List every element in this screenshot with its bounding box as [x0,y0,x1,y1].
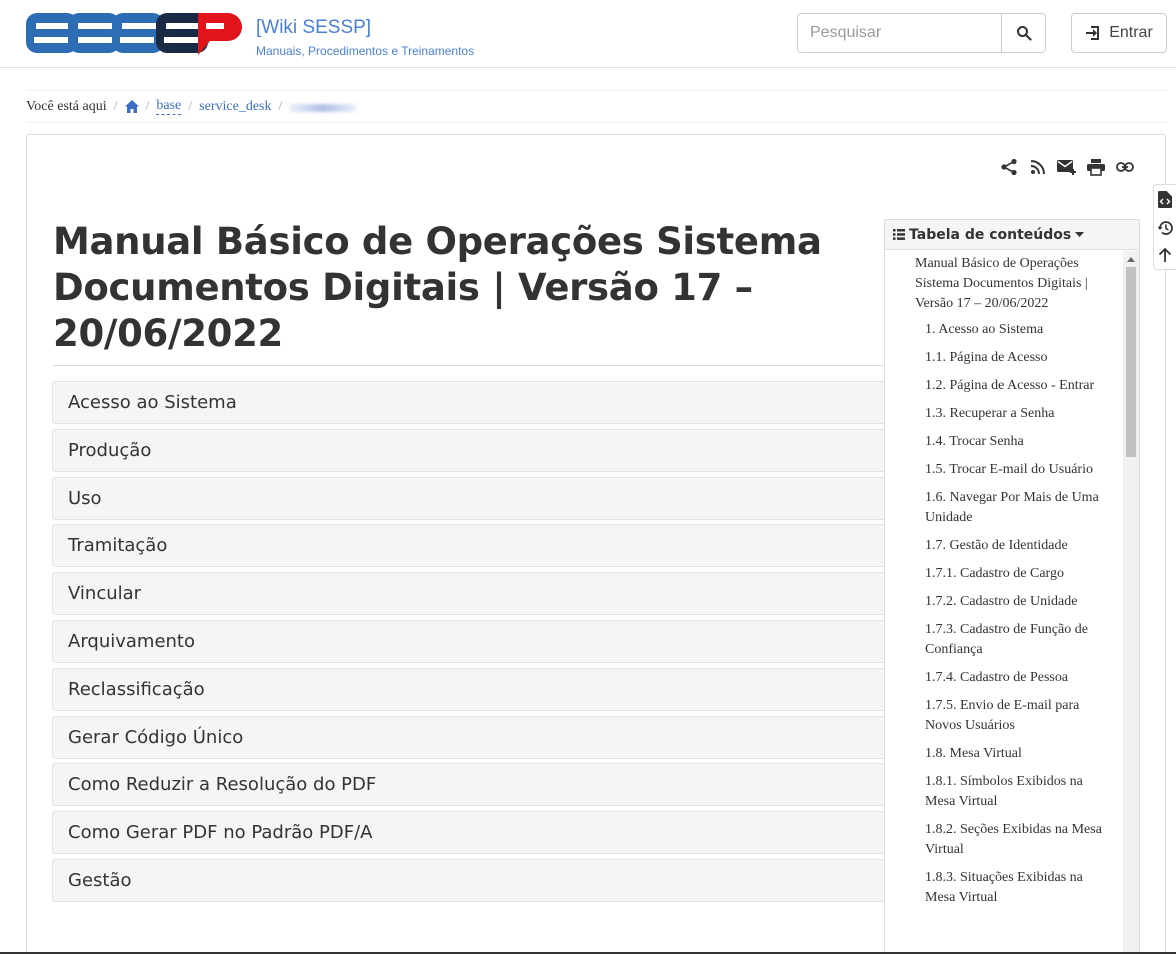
section-list: Acesso ao Sistema Produção Uso Tramitaçã… [52,381,886,907]
page-title: Manual Básico de Operações Sistema Docum… [53,220,822,355]
print-icon[interactable] [1086,157,1106,177]
breadcrumb-label: Você está aqui [26,98,107,114]
rss-icon[interactable] [1028,157,1048,177]
search-icon [1016,26,1032,41]
breadcrumb-separator: / [145,98,150,114]
toc-item[interactable]: 1.5. Trocar E-mail do Usuário [885,460,1125,480]
page-tools [999,157,1135,177]
toc-item[interactable]: 1.7.1. Cadastro de Cargo [885,564,1125,584]
login-button[interactable]: Entrar [1071,13,1167,53]
toc-item[interactable]: Manual Básico de Operações Sistema Docum… [885,251,1125,320]
toc-item[interactable]: 1. Acesso ao Sistema [885,320,1125,340]
site-tagline: Manuais, Procedimentos e Treinamentos [256,44,475,58]
site-title[interactable]: [Wiki SESSP] [256,17,371,39]
section-producao[interactable]: Produção [52,428,886,472]
toc-item[interactable]: 1.3. Recuperar a Senha [885,404,1125,424]
search-input[interactable] [798,14,1001,52]
share-icon[interactable] [999,157,1019,177]
search-button[interactable] [1001,14,1045,52]
home-icon[interactable] [124,100,139,113]
section-tramitacao[interactable]: Tramitação [52,524,886,568]
file-code-icon[interactable] [1158,191,1172,208]
sessp-logo[interactable] [26,10,242,56]
breadcrumb-link-service-desk[interactable]: service_desk [199,99,271,115]
arrow-up-icon[interactable] [1158,248,1172,263]
section-reclassificacao[interactable]: Reclassificação [52,667,886,711]
table-of-contents: Tabela de conteúdos Manual Básico de Ope… [884,219,1140,954]
page-side-toolbar [1153,184,1176,270]
section-gestao[interactable]: Gestão [52,858,886,902]
breadcrumb-current-redacted [289,103,358,112]
breadcrumb-separator: / [113,98,118,114]
breadcrumb-separator: / [278,98,283,114]
toc-item[interactable]: 1.2. Página de Acesso - Entrar [885,376,1125,396]
toc-item[interactable]: 1.7.4. Cadastro de Pessoa [885,668,1125,688]
toc-item[interactable]: 1.7.5. Envio de E-mail para Novos Usuári… [885,696,1125,736]
email-plus-icon[interactable] [1057,157,1077,177]
toc-toggle[interactable]: Tabela de conteúdos [885,220,1139,250]
toc-item[interactable]: 1.6. Navegar Por Mais de Uma Unidade [885,488,1125,528]
login-icon [1086,26,1100,40]
title-divider [53,365,885,366]
section-reduzir-resolucao-pdf[interactable]: Como Reduzir a Resolução do PDF [52,763,886,807]
search-form [797,13,1046,53]
toc-item[interactable]: 1.8.2. Seções Exibidas na Mesa Virtual [885,820,1125,860]
section-gerar-codigo-unico[interactable]: Gerar Código Único [52,715,886,759]
section-arquivamento[interactable]: Arquivamento [52,619,886,663]
site-header: [Wiki SESSP] Manuais, Procedimentos e Tr… [0,0,1176,68]
toc-item[interactable]: 1.7. Gestão de Identidade [885,536,1125,556]
scroll-up-arrow-icon[interactable] [1123,251,1139,267]
caret-down-icon [1075,231,1085,237]
toc-scrollbar[interactable] [1123,251,1139,954]
toc-item[interactable]: 1.7.3. Cadastro de Função de Confiança [885,620,1125,660]
list-icon [893,229,905,240]
section-vincular[interactable]: Vincular [52,572,886,616]
toc-item[interactable]: 1.7.2. Cadastro de Unidade [885,592,1125,612]
toc-item[interactable]: 1.8.1. Símbolos Exibidos na Mesa Virtual [885,772,1125,812]
breadcrumb: Você está aqui / / base / service_desk / [26,90,1166,123]
breadcrumb-separator: / [188,98,193,114]
section-uso[interactable]: Uso [52,476,886,520]
login-label: Entrar [1109,24,1153,41]
toc-item[interactable]: 1.1. Página de Acesso [885,348,1125,368]
section-acesso-ao-sistema[interactable]: Acesso ao Sistema [52,381,886,424]
toc-item[interactable]: 1.8.3. Situações Exibidas na Mesa Virtua… [885,868,1125,908]
toc-header-label: Tabela de conteúdos [909,226,1072,243]
toc-item[interactable]: 1.8. Mesa Virtual [885,744,1125,764]
breadcrumb-link-base[interactable]: base [156,98,182,115]
history-icon[interactable] [1157,220,1174,236]
toc-item[interactable]: 1.4. Trocar Senha [885,432,1125,452]
section-gerar-pdf-a[interactable]: Como Gerar PDF no Padrão PDF/A [52,811,886,855]
toc-list: Manual Básico de Operações Sistema Docum… [885,251,1125,916]
toc-scrollbar-thumb[interactable] [1126,267,1136,457]
link-icon[interactable] [1115,157,1135,177]
